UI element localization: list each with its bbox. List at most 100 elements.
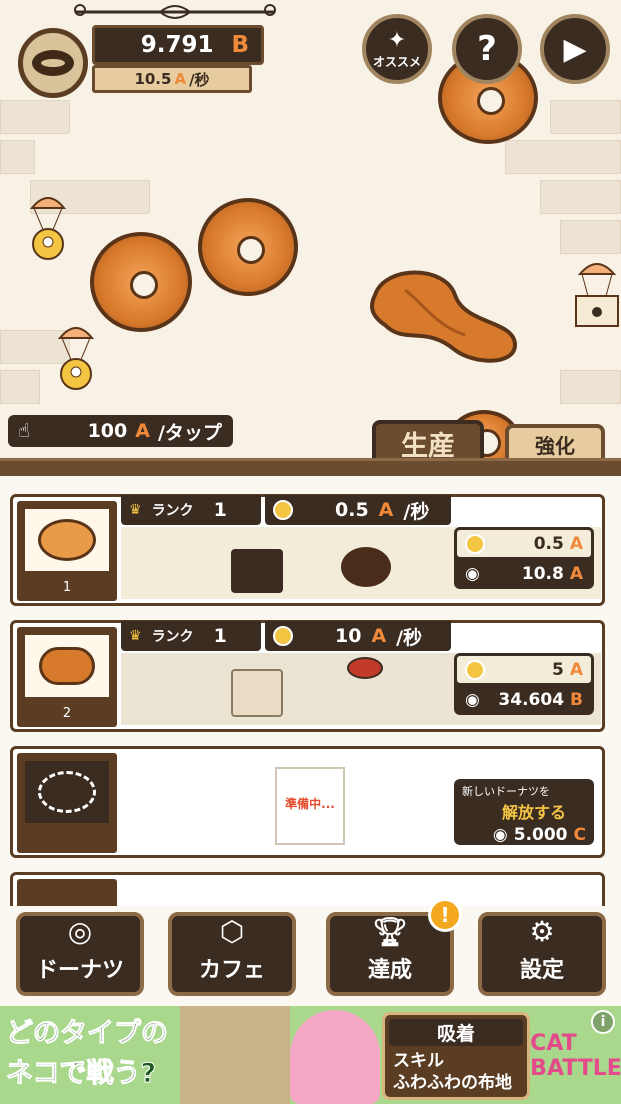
speed-clock-icon	[273, 500, 293, 520]
ad-card-title: 吸着	[389, 1019, 523, 1046]
hanging-chain-decoration	[74, 4, 276, 19]
wall-brick	[0, 140, 35, 174]
speed-unit: A	[378, 499, 394, 521]
ad-info-label: i	[600, 1014, 606, 1030]
nav-achievements-label: 達成	[367, 958, 412, 983]
crown-icon: ♛	[129, 628, 142, 644]
production-line-1[interactable]: 1 ♛ ランク 1 0.5 A /秒 0.5 A ◉ 10.8 A	[10, 494, 605, 606]
line-thumbnail[interactable]: 1	[17, 501, 117, 601]
currency-counter: 9.791 B	[92, 25, 264, 65]
line-thumbnail	[17, 879, 117, 906]
video-play-button[interactable]: ▶	[540, 14, 610, 84]
wood-shelf-divider	[0, 458, 621, 476]
speed-value: 10	[335, 625, 362, 647]
donut-cost-icon: ◉	[492, 825, 508, 845]
info-rate-value: 0.5	[533, 533, 564, 554]
line-thumbnail	[17, 753, 117, 853]
info-rate-unit: A	[569, 533, 583, 554]
ad-cat-character	[290, 1010, 380, 1104]
info-rate-row: 5 A	[457, 656, 591, 683]
recommend-label: オススメ	[372, 55, 421, 69]
nav-cafe-button[interactable]: ⬡ カフェ	[168, 912, 296, 996]
info-rate-unit: A	[569, 659, 583, 680]
game-scene[interactable]: 9.791 B 10.5 A /秒 ✦ オススメ ? ▶ ☝ 100 A /タッ…	[0, 0, 621, 460]
rank-value: 1	[213, 499, 227, 521]
production-line-locked[interactable]: 準備中... 新しいドーナツを 解放する ◉ 5.000 C	[10, 746, 605, 858]
info-cost-unit: B	[570, 689, 583, 710]
info-cost-row[interactable]: ◉ 34.604 B	[457, 686, 591, 713]
ad-info-icon[interactable]: i	[591, 1010, 615, 1034]
line-number: 2	[62, 706, 72, 721]
ad-scene-image	[180, 1006, 290, 1104]
info-cost-value: 34.604	[498, 689, 565, 710]
recommend-button[interactable]: ✦ オススメ	[362, 14, 432, 84]
speed-unit: A	[371, 625, 387, 647]
rate-unit: A	[174, 70, 187, 88]
speed-clock-icon	[273, 626, 293, 646]
rank-label-box: ♛ ランク 1	[121, 495, 261, 525]
info-cost-unit: A	[569, 563, 583, 584]
line-thumbnail[interactable]: 2	[17, 627, 117, 727]
twist-donut-icon	[39, 647, 95, 685]
rate-icon	[465, 659, 485, 680]
parachute-box-icon[interactable]	[574, 256, 620, 336]
unlock-box[interactable]: 新しいドーナツを 解放する ◉ 5.000 C	[454, 779, 594, 845]
falling-donut[interactable]	[90, 232, 192, 332]
tab-upgrade[interactable]: 強化	[505, 424, 605, 460]
unlock-cost-value: 5.000	[513, 825, 568, 845]
upgrade-info-box[interactable]: 0.5 A ◉ 10.8 A	[454, 527, 594, 589]
rate-icon	[465, 533, 485, 554]
help-button[interactable]: ?	[452, 14, 522, 84]
rate-value: 10.5	[134, 70, 172, 88]
production-line-2[interactable]: 2 ♛ ランク 1 10 A /秒 5 A ◉ 34.604 B	[10, 620, 605, 732]
wall-brick	[0, 100, 70, 134]
info-rate-row: 0.5 A	[457, 530, 591, 557]
upgrade-info-box[interactable]: 5 A ◉ 34.604 B	[454, 653, 594, 715]
twist-donut[interactable]	[365, 265, 520, 365]
speed-suffix: /秒	[396, 626, 423, 649]
ad-skill-card: 吸着 スキル ふわふわの布地	[382, 1012, 530, 1100]
unlock-prefix: 新しいドーナツを	[462, 785, 550, 798]
rank-label-box: ♛ ランク 1	[121, 621, 261, 651]
info-cost-value: 10.8	[521, 563, 564, 584]
tap-value: 100	[87, 420, 128, 442]
fryer-machine-icon	[231, 549, 283, 593]
ad-card-line1: スキル	[393, 1051, 444, 1071]
production-list[interactable]: 1 ♛ ランク 1 0.5 A /秒 0.5 A ◉ 10.8 A 2 ♛ ラン…	[0, 476, 621, 906]
production-line-partial	[10, 872, 605, 906]
ad-banner[interactable]: どのタイプの ネコで戦う? 吸着 スキル ふわふわの布地 CAT BATTLE …	[0, 1006, 621, 1104]
bottom-navigation: ◎ ドーナツ ⬡ カフェ 🏆︎ 達成 ! ⚙ 設定	[0, 898, 621, 1006]
nav-donuts-button[interactable]: ◎ ドーナツ	[16, 912, 144, 996]
ad-logo-text: CAT BATTLE	[530, 1031, 621, 1081]
falling-donut[interactable]	[198, 198, 298, 296]
nav-donuts-label: ドーナツ	[35, 958, 124, 983]
nav-settings-button[interactable]: ⚙ 設定	[478, 912, 606, 996]
currency-unit: B	[231, 32, 249, 58]
cafe-icon: ⬡	[219, 915, 245, 948]
dough-press-icon	[347, 657, 383, 679]
rank-label: ランク	[151, 503, 194, 519]
wall-brick	[0, 370, 40, 404]
trophy-icon: 🏆︎	[372, 915, 408, 948]
parachute-bonus-icon[interactable]	[28, 190, 68, 270]
crown-icon: ♛	[129, 502, 142, 518]
hand-pointer-icon: ☝	[18, 420, 30, 442]
line-number: 1	[62, 580, 72, 595]
parachute-bonus-icon[interactable]	[56, 320, 96, 400]
wall-brick	[560, 370, 621, 404]
tab-production[interactable]: 生産	[372, 420, 484, 460]
preparing-sign: 準備中...	[275, 767, 345, 845]
ad-headline-line2: ネコで戦う?	[6, 1058, 157, 1090]
wall-brick	[540, 180, 621, 214]
nav-settings-label: 設定	[519, 958, 564, 983]
rank-label: ランク	[151, 629, 194, 645]
info-cost-row[interactable]: ◉ 10.8 A	[457, 560, 591, 587]
tab-upgrade-label: 強化	[535, 433, 575, 458]
speed-box: 0.5 A /秒	[265, 495, 451, 525]
unlock-action: 解放する	[502, 803, 567, 822]
unlock-cost-unit: C	[573, 825, 586, 845]
locked-donut-icon	[38, 771, 96, 813]
donut-cost-icon: ◉	[465, 689, 480, 710]
tab-production-label: 生産	[401, 430, 455, 461]
chocolate-dip-icon	[341, 547, 391, 587]
